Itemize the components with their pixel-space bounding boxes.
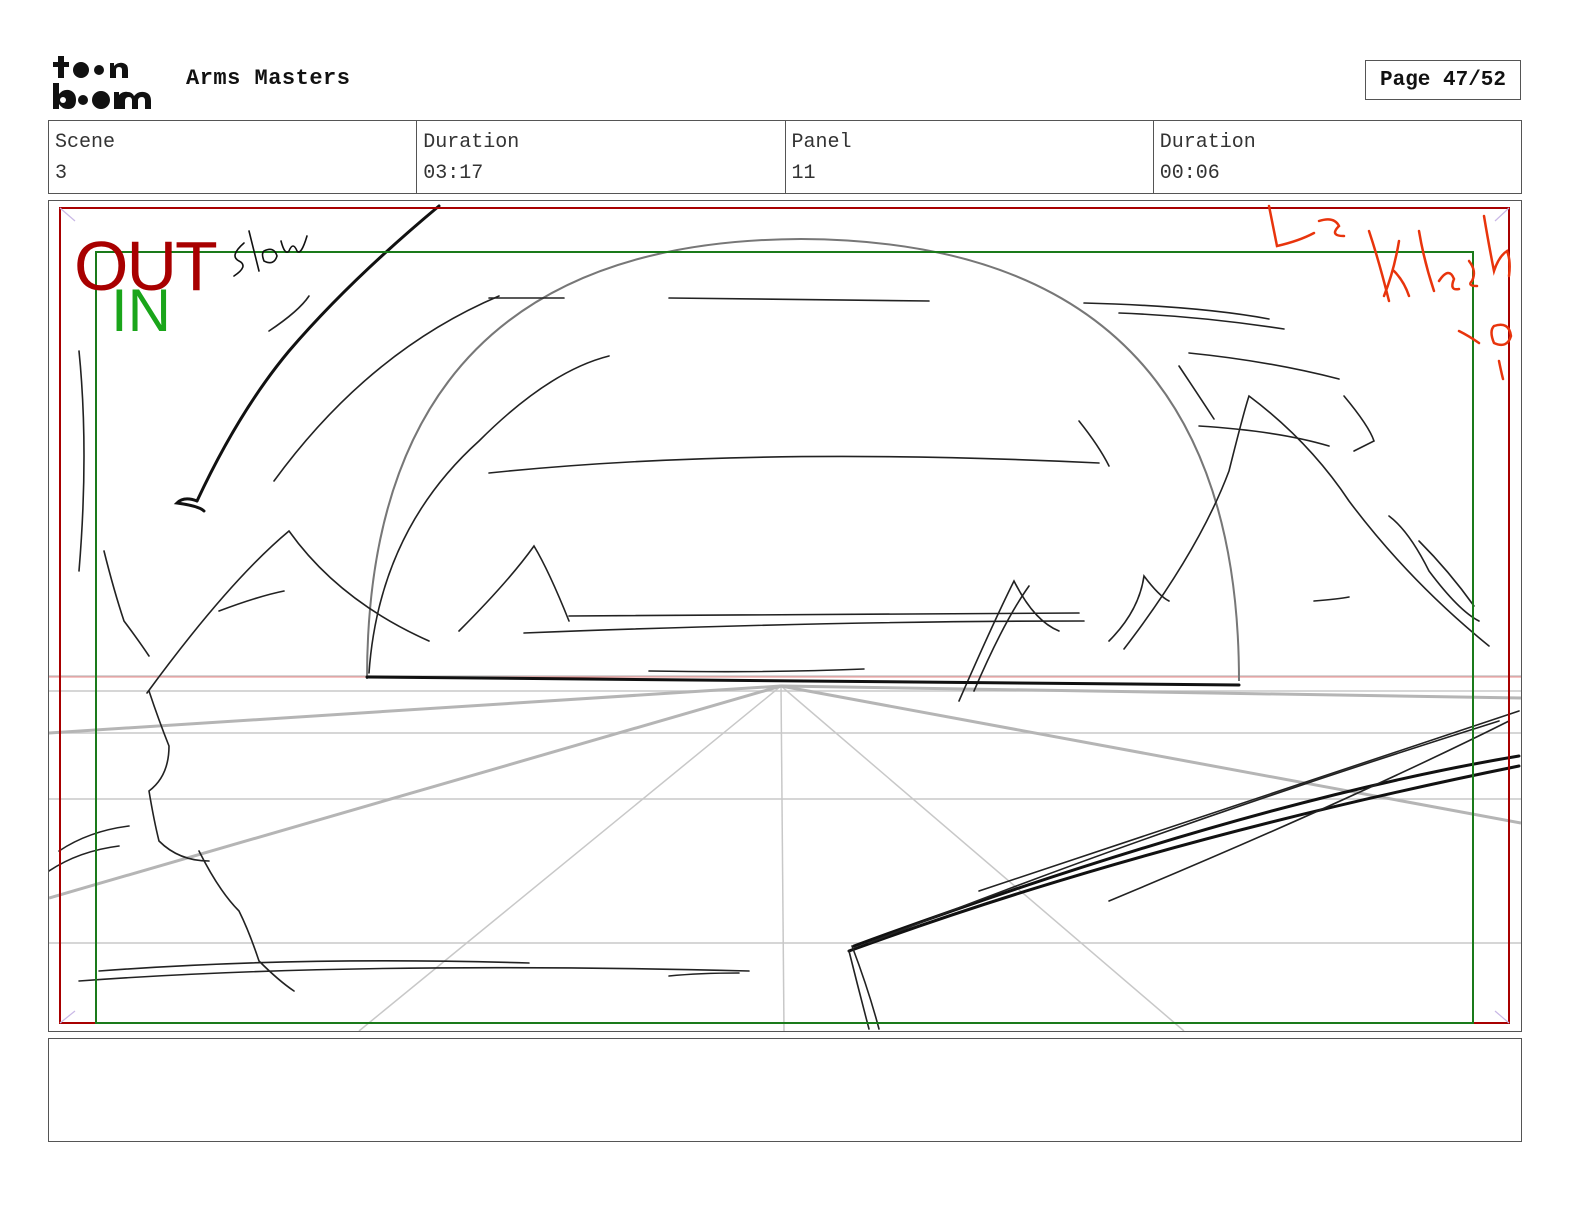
panel-notes-box[interactable] [48, 1038, 1522, 1142]
panel-value: 11 [791, 162, 816, 185]
panel-cell: Panel 11 [786, 121, 1154, 193]
panel-sketch [49, 204, 1521, 1031]
page-indicator: Page 47/52 [1365, 60, 1521, 100]
scene-duration-value: 03:17 [423, 162, 484, 185]
storyboard-panel: OUT IN [48, 200, 1522, 1032]
panel-duration-label: Duration [1159, 131, 1256, 154]
panel-info-table: Scene 3 Duration 03:17 Panel 11 Duration… [48, 120, 1522, 194]
scene-label: Scene [55, 131, 116, 154]
scene-value: 3 [55, 162, 68, 185]
panel-duration-value: 00:06 [1159, 162, 1220, 185]
panel-label: Panel [791, 131, 852, 154]
scene-duration-cell: Duration 03:17 [417, 121, 786, 193]
project-title: Arms Masters [186, 66, 351, 91]
scene-cell: Scene 3 [49, 121, 418, 193]
panel-duration-cell: Duration 00:06 [1154, 121, 1521, 193]
scene-duration-label: Duration [423, 131, 520, 154]
toonboom-logo [53, 56, 151, 109]
in-frame-label: IN [111, 277, 171, 344]
